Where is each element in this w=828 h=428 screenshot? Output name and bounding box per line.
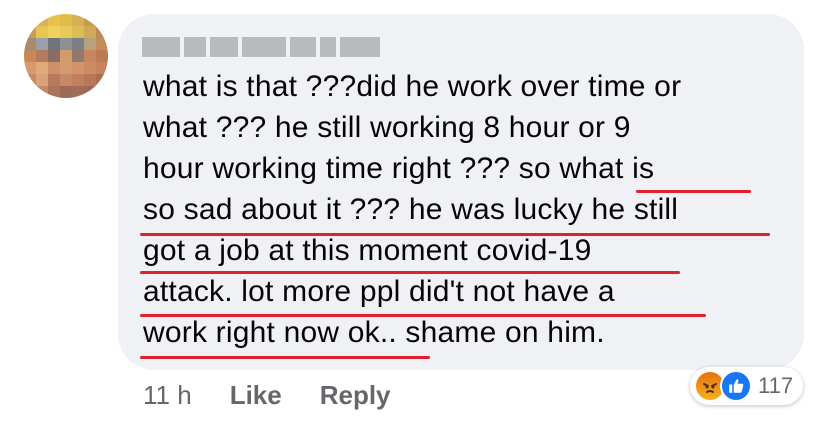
like-button[interactable]: Like	[230, 380, 282, 411]
avatar-pixel	[96, 86, 108, 98]
avatar-pixel	[72, 50, 84, 62]
avatar-pixel	[60, 14, 72, 26]
avatar-pixel	[84, 38, 96, 50]
avatar-pixel	[24, 62, 36, 74]
avatar-pixel	[60, 86, 72, 98]
avatar-pixel	[60, 50, 72, 62]
avatar-pixel	[48, 38, 60, 50]
avatar-pixel	[24, 74, 36, 86]
comment-line: so sad about it ??? he was lucky he stil…	[143, 193, 679, 226]
avatar[interactable]	[24, 14, 108, 98]
avatar-pixel	[84, 86, 96, 98]
avatar-pixel	[60, 74, 72, 86]
avatar-pixel	[36, 74, 48, 86]
avatar-pixel	[96, 26, 108, 38]
avatar-pixel	[48, 50, 60, 62]
avatar-pixel	[96, 50, 108, 62]
avatar-pixel	[72, 86, 84, 98]
avatar-pixel	[24, 50, 36, 62]
avatar-pixel	[24, 86, 36, 98]
avatar-pixel	[36, 38, 48, 50]
avatar-pixel	[24, 38, 36, 50]
avatar-pixel	[96, 38, 108, 50]
comment-line: attack. lot more ppl did't not have a	[143, 275, 615, 308]
reaction-count: 117	[758, 373, 794, 398]
avatar-pixel	[60, 38, 72, 50]
comment-line: got a job at this moment covid-19	[143, 234, 592, 267]
avatar-pixel	[48, 74, 60, 86]
avatar-pixel	[36, 50, 48, 62]
avatar-pixel	[96, 62, 108, 74]
comment-actions: 11 h Like Reply	[143, 380, 391, 411]
reply-button[interactable]: Reply	[320, 380, 391, 411]
avatar-pixel	[36, 62, 48, 74]
avatar-pixel	[36, 86, 48, 98]
red-underline	[140, 271, 680, 274]
avatar-pixel	[48, 26, 60, 38]
red-underline	[140, 314, 706, 317]
avatar-pixel	[72, 38, 84, 50]
avatar-pixel	[84, 50, 96, 62]
comment-line: what is that ???did he work over time or	[143, 70, 682, 103]
avatar-pixel	[96, 74, 108, 86]
avatar-pixel	[36, 14, 48, 26]
comment-line: work right now ok.. shame on him.	[143, 316, 605, 349]
author-name-redacted[interactable]	[142, 34, 380, 60]
avatar-pixel	[96, 14, 108, 26]
red-underline	[140, 233, 770, 236]
comment-line: hour working time right ??? so what is	[143, 152, 655, 185]
avatar-pixel	[36, 26, 48, 38]
avatar-pixel	[72, 26, 84, 38]
avatar-pixel	[24, 26, 36, 38]
avatar-pixel	[84, 14, 96, 26]
avatar-pixel	[24, 14, 36, 26]
avatar-pixel	[48, 14, 60, 26]
avatar-pixel	[48, 62, 60, 74]
avatar-pixel	[84, 62, 96, 74]
avatar-pixel	[72, 74, 84, 86]
avatar-pixel	[60, 26, 72, 38]
avatar-pixel	[72, 62, 84, 74]
comment-line: what ??? he still working 8 hour or 9	[143, 111, 631, 144]
red-underline	[636, 190, 751, 193]
timestamp[interactable]: 11 h	[143, 380, 192, 411]
comment-text: what is that ???did he work over time or…	[143, 66, 783, 353]
avatar-pixel	[48, 86, 60, 98]
red-underline	[140, 356, 430, 359]
avatar-pixel	[84, 26, 96, 38]
avatar-pixel	[60, 62, 72, 74]
avatar-pixel	[84, 74, 96, 86]
avatar-pixel	[72, 14, 84, 26]
reaction-summary[interactable]: 117	[690, 367, 804, 405]
like-icon	[720, 370, 752, 402]
